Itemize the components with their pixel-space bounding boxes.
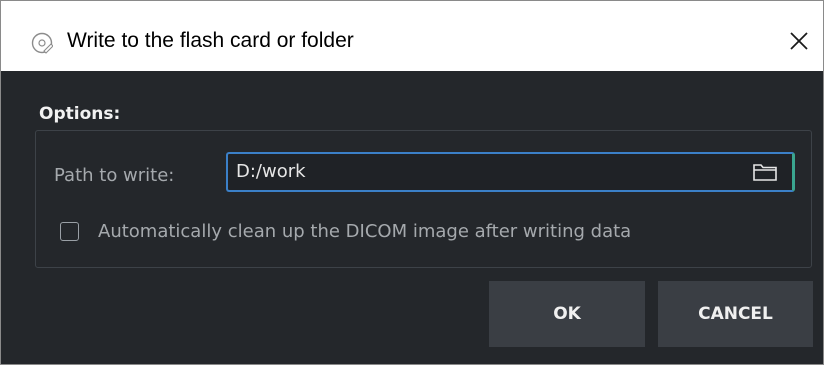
- cancel-button[interactable]: CANCEL: [658, 281, 813, 347]
- options-heading: Options:: [39, 104, 121, 124]
- path-label: Path to write:: [54, 165, 175, 186]
- window-title: Write to the flash card or folder: [67, 29, 354, 52]
- write-dialog: Write to the flash card or folder Option…: [0, 0, 824, 365]
- dialog-body: Options: Path to write: Automatically cl…: [1, 71, 823, 364]
- auto-cleanup-option[interactable]: Automatically clean up the DICOM image a…: [58, 219, 798, 245]
- close-button[interactable]: [781, 23, 817, 59]
- auto-cleanup-checkbox[interactable]: [60, 222, 79, 241]
- disc-write-icon: [31, 32, 54, 54]
- close-icon: [781, 32, 817, 63]
- ok-button[interactable]: OK: [489, 281, 645, 347]
- auto-cleanup-label[interactable]: Automatically clean up the DICOM image a…: [98, 221, 631, 242]
- path-input[interactable]: [236, 154, 736, 190]
- path-field: [226, 152, 795, 192]
- title-bar: Write to the flash card or folder: [1, 1, 823, 71]
- folder-icon[interactable]: [752, 162, 778, 182]
- options-group: Path to write: Automatically clean up th…: [35, 130, 812, 268]
